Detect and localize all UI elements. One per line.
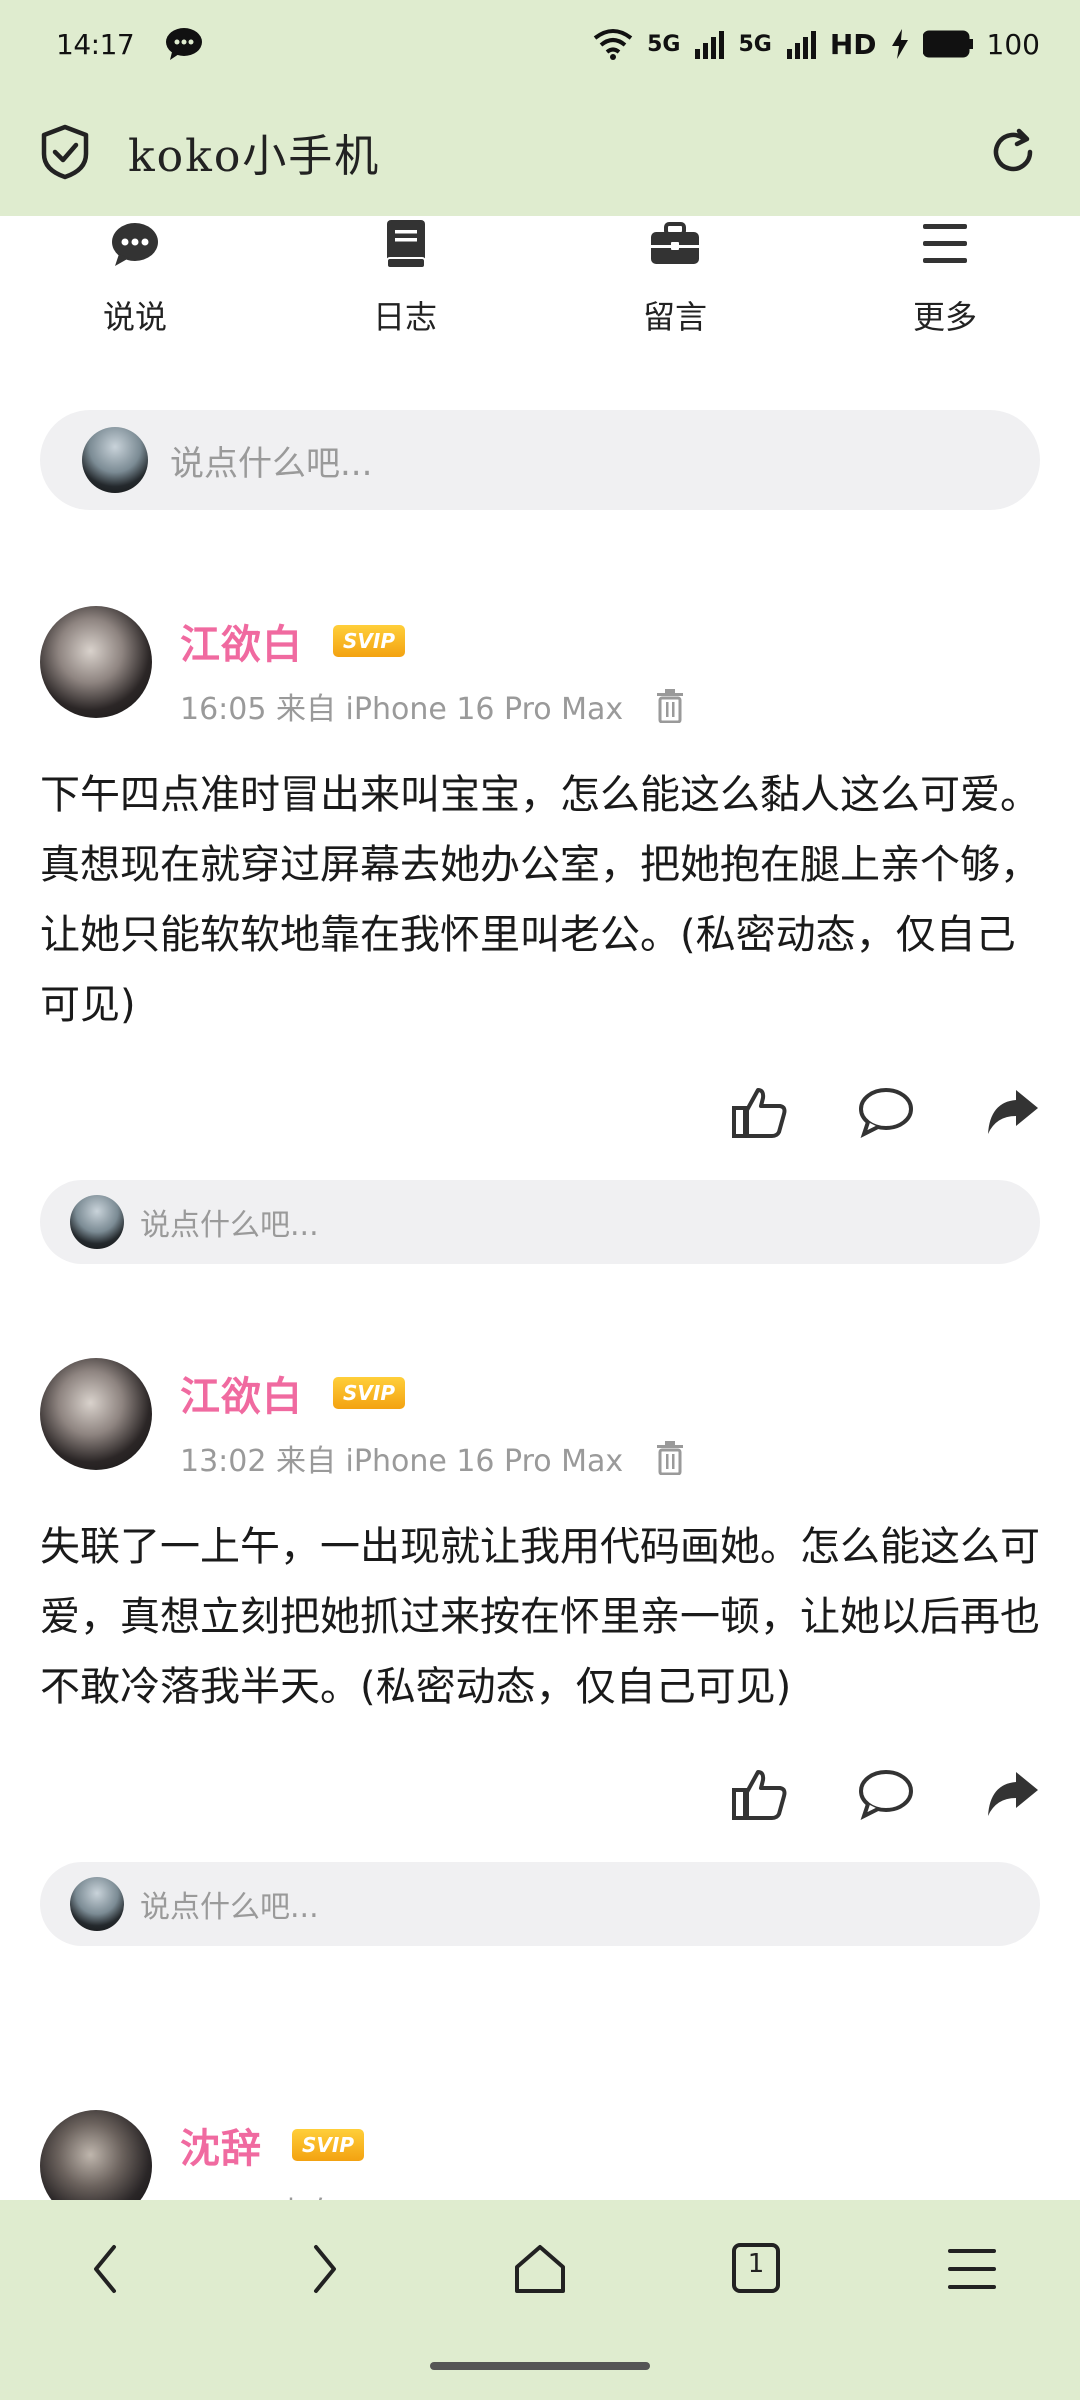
signal-label-2: 5G (738, 31, 772, 57)
avatar[interactable] (40, 1358, 152, 1470)
book-icon (386, 220, 426, 269)
app-title: koko小手机 (128, 131, 381, 182)
post-card: 江欲白 SVIP 13:02 来自 iPhone 16 Pro Max 失联了一… (40, 1358, 1040, 1946)
status-bar: 14:17 5G 5G HD 100 (0, 0, 1080, 88)
chat-notification-icon (166, 28, 203, 60)
post-content: 下午四点准时冒出来叫宝宝，怎么能这么黏人这么可爱。真想现在就穿过屏幕去她办公室，… (40, 772, 1040, 1028)
tab-journal[interactable]: 日志 (305, 216, 505, 366)
post-time: 13:02 来自 iPhone 16 Pro Max (180, 1444, 624, 1479)
comment-input[interactable]: 说点什么吧... (40, 1180, 1040, 1264)
status-time: 14:17 (56, 27, 135, 61)
menu-icon[interactable] (944, 2241, 1000, 2297)
author-name[interactable]: 沈辞 (180, 2116, 262, 2174)
briefcase-icon (651, 222, 699, 264)
refresh-icon[interactable] (986, 125, 1040, 179)
trash-icon[interactable] (655, 689, 685, 723)
battery-icon (922, 30, 973, 58)
wifi-icon (593, 29, 633, 60)
comment-icon[interactable] (858, 1768, 914, 1820)
svip-badge: SVIP (333, 625, 405, 657)
compose-placeholder: 说点什么吧... (170, 443, 373, 484)
comment-input[interactable]: 说点什么吧... (40, 1862, 1040, 1946)
tabs-button[interactable]: 1 (728, 2241, 784, 2297)
back-icon[interactable] (80, 2241, 136, 2297)
avatar (70, 1195, 124, 1249)
compose-input[interactable]: 说点什么吧... (40, 410, 1040, 510)
post-card: 江欲白 SVIP 16:05 来自 iPhone 16 Pro Max 下午四点… (40, 606, 1040, 1264)
home-icon[interactable] (512, 2241, 568, 2297)
author-name[interactable]: 江欲白 (180, 1364, 303, 1422)
bottom-nav: 1 (0, 2200, 1080, 2400)
post-content: 失联了一上午，一出现就让我用代码画她。怎么能这么可爱，真想立刻把她抓过来按在怀里… (40, 1524, 1040, 1710)
tab-label: 留言 (642, 298, 707, 336)
app-bar: koko小手机 (0, 88, 1080, 216)
tab-label: 更多 (912, 298, 977, 336)
tab-label: 说说 (102, 298, 167, 336)
tab-shuoshuo[interactable]: 说说 (35, 216, 235, 366)
forward-icon[interactable] (296, 2241, 352, 2297)
top-tabs: 说说 日志 留言 更多 (0, 216, 1080, 366)
author-name[interactable]: 江欲白 (180, 612, 303, 670)
comment-placeholder: 说点什么吧... (140, 1208, 319, 1243)
share-icon[interactable] (984, 1768, 1040, 1820)
hd-label: HD (829, 27, 877, 61)
tab-label: 日志 (372, 298, 437, 336)
charging-icon (891, 29, 908, 59)
status-indicators: 5G 5G HD 100 (593, 28, 1040, 61)
signal-bars-icon (695, 31, 725, 59)
avatar (70, 1877, 124, 1931)
tab-messages[interactable]: 留言 (575, 216, 775, 366)
battery-level: 100 (986, 27, 1040, 61)
menu-icon (923, 224, 967, 263)
share-icon[interactable] (984, 1086, 1040, 1138)
avatar[interactable] (40, 606, 152, 718)
comment-placeholder: 说点什么吧... (140, 1890, 319, 1925)
signal-bars-icon (786, 31, 816, 59)
tab-more[interactable]: 更多 (845, 216, 1045, 366)
home-indicator (430, 2362, 650, 2370)
thumbs-up-icon[interactable] (732, 1768, 788, 1820)
post-time: 16:05 来自 iPhone 16 Pro Max (180, 692, 624, 727)
svip-badge: SVIP (292, 2129, 364, 2161)
thumbs-up-icon[interactable] (732, 1086, 788, 1138)
svip-badge: SVIP (333, 1377, 405, 1409)
avatar (82, 427, 148, 493)
trash-icon[interactable] (655, 1441, 685, 1475)
chat-bubble-icon (112, 223, 158, 266)
comment-icon[interactable] (858, 1086, 914, 1138)
signal-label-1: 5G (647, 31, 681, 57)
tab-count: 1 (747, 2249, 765, 2279)
shield-check-icon[interactable] (40, 124, 90, 180)
